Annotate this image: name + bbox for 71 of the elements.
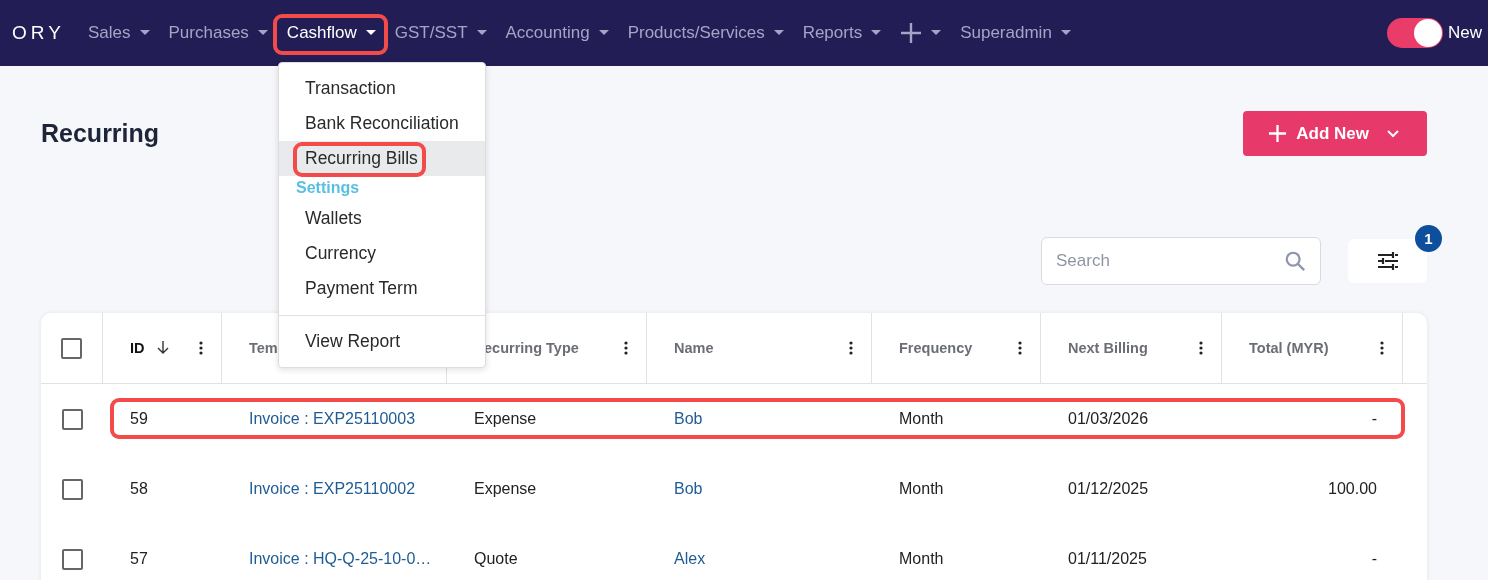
menu-item[interactable]: Currency [279,236,485,271]
table-cell: 01/12/2025 [1068,480,1149,498]
plus-icon [900,22,923,44]
table-cell: 01/03/2026 [1068,410,1149,428]
column-header[interactable]: Next Billing [1068,340,1148,356]
table-link[interactable]: Bob [674,480,703,498]
table-link[interactable]: Invoice : HQ-Q-25-10-0… [249,550,432,568]
row-checkbox[interactable] [61,548,83,570]
table-link[interactable]: Bob [674,410,703,428]
column-header[interactable]: Tem [249,340,278,356]
table-cell: 01/11/2025 [1068,550,1147,568]
page-title: Recurring [41,119,160,148]
menu-section-heading: Settings [295,178,361,198]
caret-icon [257,30,268,36]
table-link[interactable]: Alex [674,550,706,568]
search-field[interactable]: Search [1041,237,1321,285]
table-cell: 59 [130,410,148,428]
menu-item[interactable]: View Report [279,324,485,359]
more-options-icon[interactable] [1199,341,1203,355]
caret-icon [773,30,784,36]
caret-icon [598,30,609,36]
more-options-icon[interactable] [1018,341,1022,355]
row-checkbox[interactable] [61,478,83,500]
table-cell: Month [899,480,944,498]
column-header[interactable]: ecurring Type [484,340,579,356]
row-checkbox[interactable] [61,408,83,430]
menu-item[interactable]: Transaction [279,71,485,106]
caret-icon [476,30,487,36]
table-link[interactable]: Invoice : EXP25110003 [249,410,416,428]
table-cell: - [1371,410,1377,428]
table-cell: 57 [130,550,148,568]
table-cell: 100.00 [1328,480,1377,498]
caret-icon [1060,30,1071,36]
caret-icon [365,30,376,36]
nav-menu-item[interactable]: Superadmin [946,11,1085,55]
column-header[interactable]: Name [674,340,714,356]
sort-arrow-icon[interactable] [156,341,169,355]
filter-button[interactable] [1348,239,1427,283]
column-header[interactable]: Total (MYR) [1249,340,1329,356]
menu-item[interactable]: Bank Reconciliation [279,106,485,141]
plus-icon [1268,124,1288,143]
menu-item[interactable]: Payment Term [279,271,485,306]
search-icon [1284,250,1306,272]
caret-icon [139,30,150,36]
menu-item[interactable]: Wallets [279,201,485,236]
table-cell: Month [899,550,944,568]
menu-item[interactable]: Recurring Bills [279,141,485,176]
search-input[interactable]: Search [1054,250,1284,272]
sliders-icon [1375,249,1400,273]
more-options-icon[interactable] [624,341,628,355]
filter-count-badge: 1 [1415,225,1442,252]
toggle-label: New [1448,23,1483,43]
table-link[interactable]: Invoice : EXP25110002 [249,480,416,498]
table-cell: Quote [474,550,518,568]
table-cell: Expense [474,480,537,498]
column-header[interactable]: ID [130,340,145,356]
more-options-icon[interactable] [849,341,853,355]
chevron-down-icon [1387,129,1399,138]
toggle-switch[interactable] [1387,18,1443,48]
table-cell: - [1371,550,1377,568]
more-options-icon[interactable] [1380,341,1384,355]
column-header[interactable]: Frequency [899,340,973,356]
more-options-icon[interactable] [199,341,203,355]
caret-icon [931,30,942,36]
table-cell: 58 [130,480,148,498]
table-cell: Expense [474,410,537,428]
nav-menu-item[interactable]: Cashflow [272,11,390,55]
select-all-checkbox[interactable] [61,337,82,359]
caret-icon [871,30,882,36]
add-new-button[interactable]: Add New [1243,111,1427,156]
table-cell: Month [899,410,944,428]
